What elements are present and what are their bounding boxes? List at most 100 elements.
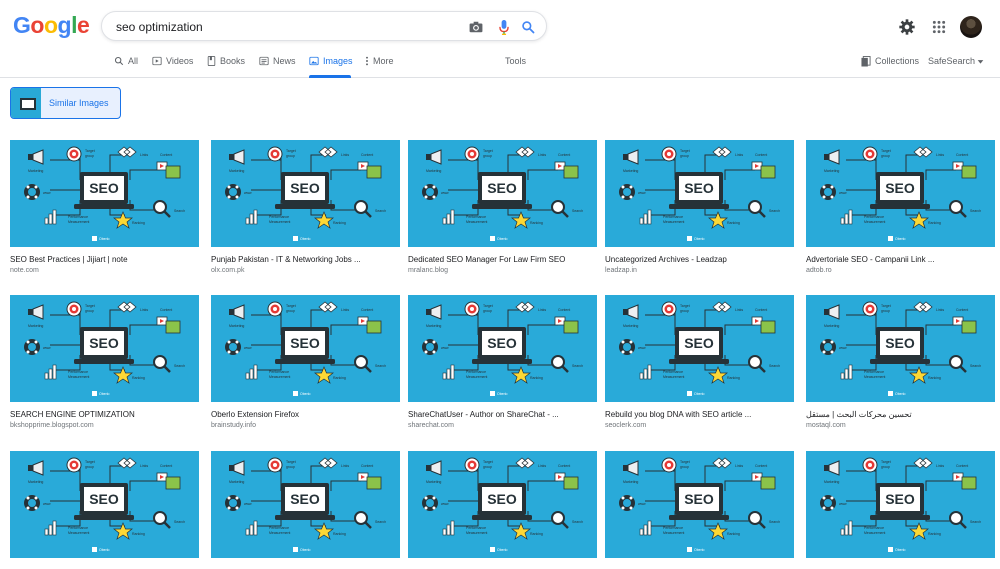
tab-videos[interactable]: Videos <box>152 54 193 78</box>
result-title[interactable]: Oberlo Extension Firefox <box>211 410 400 419</box>
performance-text: Performance <box>68 370 88 374</box>
image-result-card[interactable]: SEO Marketing Target group Links Content… <box>408 140 597 274</box>
image-result-card[interactable]: SEO Marketing Target group Links Content… <box>408 295 597 429</box>
result-domain: adtob.ro <box>806 267 832 274</box>
ranking-text: Ranking <box>530 376 543 380</box>
target-text: Target <box>286 304 296 308</box>
measurement-text: Measurement <box>864 531 885 535</box>
oberlo-text: Oberlo <box>99 392 110 396</box>
camera-icon[interactable] <box>468 19 484 35</box>
image-result-card[interactable]: SEO Marketing Target group Links Content… <box>408 451 597 569</box>
search-text: Search <box>174 364 185 368</box>
result-title[interactable]: Advertoriale SEO - Campanii Link ... <box>806 255 995 264</box>
result-title[interactable]: Rebuild you blog DNA with SEO article ..… <box>605 410 794 419</box>
result-thumbnail[interactable]: SEO Marketing Target group Links Content… <box>211 451 400 558</box>
image-result-card[interactable]: SEO Marketing Target group Links Content… <box>211 295 400 429</box>
search-text: Search <box>174 520 185 524</box>
group-text: group <box>881 154 890 158</box>
result-title[interactable]: SEO Best Practices | Jijiart | note <box>10 255 199 264</box>
oberlo-text: Oberlo <box>300 237 311 241</box>
tab-label: News <box>273 56 296 66</box>
result-thumbnail[interactable]: SEO Marketing Target group Links Content… <box>605 451 794 558</box>
www-text: www <box>43 346 51 350</box>
image-result-card[interactable]: SEO Marketing Target group Links Content… <box>605 140 794 274</box>
collections-link[interactable]: Collections <box>861 54 919 78</box>
tab-all[interactable]: All <box>114 54 138 78</box>
result-thumbnail[interactable]: SEO Marketing Target group Links Content… <box>806 451 995 558</box>
image-result-card[interactable]: SEO Marketing Target group Links Content… <box>10 295 199 429</box>
result-thumbnail[interactable]: SEO Marketing Target group Links Content… <box>408 451 597 558</box>
search-icon[interactable] <box>520 19 536 35</box>
result-title[interactable]: SEARCH ENGINE OPTIMIZATION <box>10 410 199 419</box>
tab-tools[interactable]: Tools <box>505 54 526 78</box>
image-result-card[interactable]: SEO Marketing Target group Links Content… <box>10 451 199 569</box>
image-result-card[interactable]: SEO Marketing Target group Links Content… <box>211 451 400 569</box>
result-thumbnail[interactable]: SEO Marketing Target group Links Content… <box>211 140 400 247</box>
result-title[interactable]: تحسين محركات البحث | مستقل <box>806 410 995 419</box>
target-text: Target <box>483 149 493 153</box>
search-box[interactable] <box>101 11 547 41</box>
content-text: Content <box>160 308 172 312</box>
ranking-text: Ranking <box>132 532 145 536</box>
tab-more[interactable]: More <box>365 54 394 78</box>
google-logo[interactable]: Google <box>13 12 90 39</box>
result-thumbnail[interactable]: SEO Marketing Target group Links Content… <box>408 140 597 247</box>
image-result-card[interactable]: SEO Marketing Target group Links Content… <box>806 451 995 569</box>
logo-letter: e <box>76 12 90 38</box>
search-icon <box>114 56 124 66</box>
apps-grid-icon[interactable] <box>928 16 950 38</box>
result-title[interactable]: Uncategorized Archives - Leadzap <box>605 255 794 264</box>
image-result-card[interactable]: SEO Marketing Target group Links Content… <box>806 295 995 429</box>
image-result-card[interactable]: SEO Marketing Target group Links Content… <box>806 140 995 274</box>
result-title[interactable]: Punjab Pakistan - IT & Networking Jobs .… <box>211 255 400 264</box>
result-thumbnail[interactable]: SEO Marketing Target group Links Content… <box>806 140 995 247</box>
image-result-card[interactable]: SEO Marketing Target group Links Content… <box>605 451 794 569</box>
target-text: Target <box>881 460 891 464</box>
microphone-icon[interactable] <box>496 19 512 35</box>
result-thumbnail[interactable]: SEO Marketing Target group Links Content… <box>10 451 199 558</box>
result-thumbnail[interactable]: SEO Marketing Target group Links Content… <box>408 295 597 402</box>
measurement-text: Measurement <box>864 220 885 224</box>
ranking-text: Ranking <box>132 221 145 225</box>
settings-gear-icon[interactable] <box>896 16 918 38</box>
links-text: Links <box>341 153 349 157</box>
search-text: Search <box>572 209 583 213</box>
ranking-text: Ranking <box>530 221 543 225</box>
seo-text: SEO <box>290 180 320 196</box>
tab-images[interactable]: Images <box>309 54 353 78</box>
image-result-card[interactable]: SEO Marketing Target group Links Content… <box>10 140 199 274</box>
image-result-card[interactable]: SEO Marketing Target group Links Content… <box>211 140 400 274</box>
similar-images-chip[interactable]: Similar Images <box>10 87 121 119</box>
result-thumbnail[interactable]: SEO Marketing Target group Links Content… <box>211 295 400 402</box>
safesearch-dropdown[interactable]: SafeSearch <box>928 54 984 78</box>
marketing-text: Marketing <box>229 169 244 173</box>
tab-books[interactable]: Books <box>207 54 245 78</box>
links-text: Links <box>936 308 944 312</box>
image-result-card[interactable]: SEO Marketing Target group Links Content… <box>605 295 794 429</box>
measurement-text: Measurement <box>663 375 684 379</box>
search-input[interactable] <box>116 17 446 37</box>
result-thumbnail[interactable]: SEO Marketing Target group Links Content… <box>806 295 995 402</box>
result-thumbnail[interactable]: SEO Marketing Target group Links Content… <box>10 140 199 247</box>
seo-text: SEO <box>89 491 119 507</box>
content-text: Content <box>755 308 767 312</box>
links-text: Links <box>936 464 944 468</box>
result-thumbnail[interactable]: SEO Marketing Target group Links Content… <box>605 140 794 247</box>
result-title[interactable]: Dedicated SEO Manager For Law Firm SEO <box>408 255 597 264</box>
result-thumbnail[interactable]: SEO Marketing Target group Links Content… <box>10 295 199 402</box>
seo-text: SEO <box>684 180 714 196</box>
marketing-text: Marketing <box>28 169 43 173</box>
book-icon <box>207 56 216 66</box>
result-domain: seoclerk.com <box>605 422 647 429</box>
result-thumbnail[interactable]: SEO Marketing Target group Links Content… <box>605 295 794 402</box>
links-text: Links <box>538 464 546 468</box>
tab-news[interactable]: News <box>259 54 296 78</box>
result-title[interactable]: ShareChatUser - Author on ShareChat - ..… <box>408 410 597 419</box>
www-text: www <box>638 346 646 350</box>
seo-text: SEO <box>684 491 714 507</box>
group-text: group <box>286 465 295 469</box>
account-avatar[interactable] <box>960 16 982 38</box>
links-text: Links <box>140 153 148 157</box>
performance-text: Performance <box>663 526 683 530</box>
oberlo-text: Oberlo <box>895 237 906 241</box>
